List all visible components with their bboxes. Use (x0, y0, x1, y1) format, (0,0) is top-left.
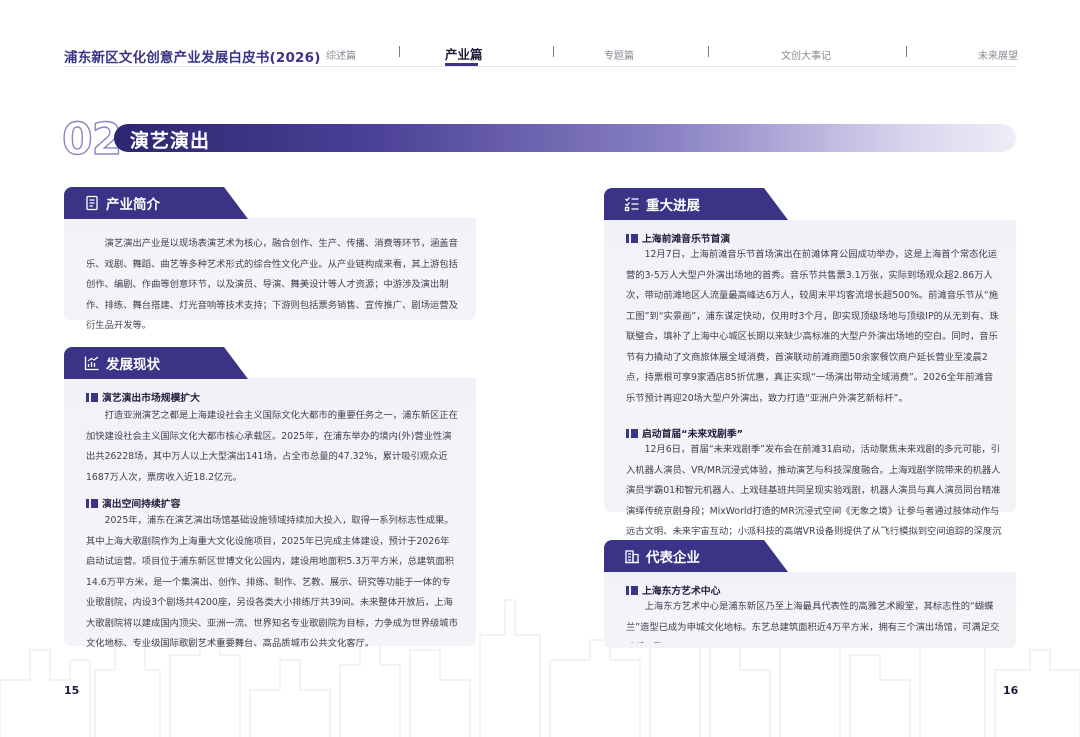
progress-tab-label: 重大进展 (646, 198, 700, 214)
nav-separator (906, 46, 907, 57)
status-text-1: 打造亚洲演艺之都是上海建设社会主义国际文化大都市的重要任务之一，浦东新区正在加快… (86, 410, 458, 483)
companies-tab-label: 代表企业 (646, 550, 700, 566)
checklist-icon (624, 197, 639, 212)
status-heading-2: 演出空间持续扩容 (86, 496, 180, 510)
nav-tab-events[interactable]: 文创大事记 (781, 47, 831, 62)
companies-card: 上海东方艺术中心 上海东方艺术中心是浦东新区乃至上海最具代表性的高雅艺术殿堂，其… (604, 572, 1016, 648)
chart-icon (84, 356, 99, 371)
section-title: 演艺演出 (130, 130, 211, 152)
document-icon (86, 195, 98, 211)
nav-tab-outlook[interactable]: 未来展望 (978, 47, 1018, 62)
status-tab-label: 发展现状 (106, 357, 160, 373)
status-card: 演艺演出市场规模扩大 打造亚洲演艺之都是上海建设社会主义国际文化大都市的重要任务… (64, 378, 476, 649)
company-text-1: 上海东方艺术中心是浦东新区乃至上海最具代表性的高雅艺术殿堂，其标志性的“蝴蝶兰”… (626, 601, 1000, 643)
progress-tab: 重大进展 (604, 188, 788, 220)
section-banner (114, 124, 1016, 152)
document-title: 浦东新区文化创意产业发展白皮书(2026) (64, 50, 321, 66)
intro-card: 演艺演出产业是以现场表演艺术为核心，融合创作、生产、传播、消费等环节，涵盖音乐、… (64, 218, 476, 331)
page-header: 浦东新区文化创意产业发展白皮书(2026) 综述篇 产业篇 专题篇 文创大事记 … (0, 0, 1080, 88)
heading-marker-icon (626, 428, 638, 438)
intro-tab-label: 产业简介 (106, 197, 160, 213)
heading-marker-icon (86, 392, 98, 402)
status-heading-1: 演艺演出市场规模扩大 (86, 390, 200, 404)
nav-separator (708, 46, 709, 57)
progress-heading-1: 上海前滩音乐节首演 (626, 231, 730, 245)
heading-marker-icon (626, 233, 638, 243)
nav-tab-industry[interactable]: 产业篇 (445, 44, 483, 63)
page-number-left: 15 (64, 684, 80, 697)
progress-card: 上海前滩音乐节首演 12月7日，上海前滩音乐节首场演出在前滩体育公园成功举办，这… (604, 220, 1016, 558)
company-heading-1: 上海东方艺术中心 (626, 583, 720, 597)
progress-text-1: 12月7日，上海前滩音乐节首场演出在前滩体育公园成功举办，这是上海首个常态化运营… (626, 249, 999, 404)
progress-heading-2: 启动首届“未来戏剧季” (626, 426, 743, 440)
intro-tab: 产业简介 (64, 187, 248, 219)
nav-separator (399, 46, 400, 57)
section-number: 02 (61, 113, 123, 165)
heading-marker-icon (626, 585, 638, 595)
nav-separator (553, 46, 554, 57)
heading-marker-icon (86, 498, 98, 508)
building-icon (625, 550, 639, 564)
page-number-right: 16 (1003, 684, 1019, 697)
companies-tab: 代表企业 (604, 540, 788, 572)
status-tab: 发展现状 (64, 347, 248, 379)
header-divider (64, 66, 1016, 67)
nav-tab-topics[interactable]: 专题篇 (604, 47, 634, 62)
nav-tab-overview[interactable]: 综述篇 (326, 47, 356, 62)
intro-text: 演艺演出产业是以现场表演艺术为核心，融合创作、生产、传播、消费等环节，涵盖音乐、… (86, 238, 458, 331)
status-text-2: 2025年，浦东在演艺演出场馆基础设施领域持续加大投入，取得一系列标志性成果。其… (86, 515, 458, 649)
